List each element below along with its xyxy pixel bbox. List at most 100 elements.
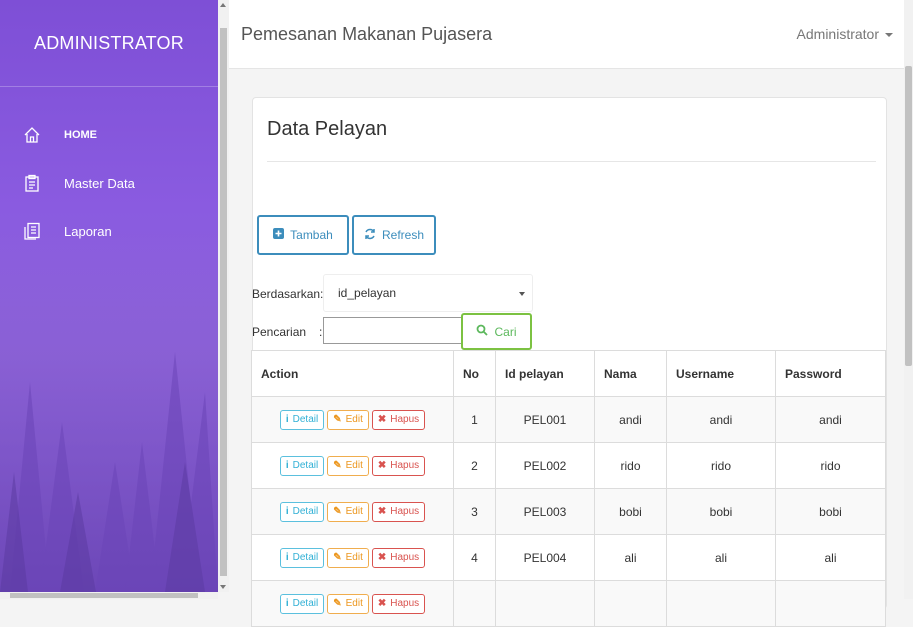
add-button[interactable]: Tambah <box>257 215 349 255</box>
data-table: Action No Id pelayan Nama Username Passw… <box>251 350 886 627</box>
scrollbar-thumb[interactable] <box>905 66 912 366</box>
search-icon <box>476 324 489 339</box>
edit-icon: ✎ <box>333 598 342 609</box>
edit-icon: ✎ <box>333 506 342 517</box>
scrollbar-thumb[interactable] <box>220 28 227 576</box>
refresh-button[interactable]: Refresh <box>352 215 436 255</box>
sidebar: ADMINISTRATOR HOME Master Data Laporan <box>0 0 218 592</box>
detail-button[interactable]: i Detail <box>279 455 325 476</box>
scrollbar-thumb[interactable] <box>10 593 198 598</box>
search-input[interactable] <box>323 317 462 344</box>
close-icon: ✖ <box>377 552 387 563</box>
top-navbar: Pemesanan Makanan Pujasera Administrator <box>229 0 913 69</box>
edit-button-label: Edit <box>345 598 363 609</box>
filter-select-value: id_pelayan <box>338 286 397 300</box>
cell-no: 2 <box>453 442 496 489</box>
sidebar-item-master-data[interactable]: Master Data <box>0 172 218 194</box>
table-row: i Detail ✎ Edit ✖ Hapus <box>251 580 886 627</box>
edit-button[interactable]: ✎ Edit <box>327 593 369 614</box>
table-row: i Detail ✎ Edit ✖ Hapus 1 PEL001 andi andi andi <box>251 396 886 443</box>
sidebar-horizontal-scrollbar[interactable] <box>0 592 218 599</box>
search-button-label: Cari <box>494 324 517 339</box>
user-menu-dropdown[interactable]: Administrator <box>797 26 893 42</box>
delete-button[interactable]: ✖ Hapus <box>371 409 426 430</box>
action-cell: i Detail ✎ Edit ✖ Hapus <box>251 488 454 535</box>
column-header: No <box>453 350 496 397</box>
sidebar-item-laporan[interactable]: Laporan <box>0 220 218 242</box>
sidebar-menu: HOME Master Data Laporan <box>0 124 218 268</box>
cell-no: 3 <box>453 488 496 535</box>
cell-nama: ali <box>594 534 667 581</box>
column-header: Action <box>251 350 454 397</box>
sidebar-brand[interactable]: ADMINISTRATOR <box>0 0 218 87</box>
edit-button[interactable]: ✎ Edit <box>327 455 369 476</box>
edit-button-label: Edit <box>345 506 363 517</box>
delete-button[interactable]: ✖ Hapus <box>371 455 426 476</box>
close-icon: ✖ <box>377 460 387 471</box>
detail-button-label: Detail <box>292 552 319 563</box>
cell-nama: andi <box>594 396 667 443</box>
sidebar-item-home[interactable]: HOME <box>0 124 218 146</box>
filter-select[interactable]: id_pelayan <box>323 274 533 312</box>
delete-button-label: Hapus <box>390 552 420 563</box>
caret-down-icon <box>885 33 893 38</box>
sidebar-scrollbar[interactable] <box>218 0 229 592</box>
detail-button-label: Detail <box>292 460 319 471</box>
search-colon: : <box>319 325 323 339</box>
close-icon: ✖ <box>377 414 387 425</box>
info-icon: i <box>285 460 289 471</box>
close-icon: ✖ <box>377 506 387 517</box>
detail-button-label: Detail <box>292 598 319 609</box>
plus-square-icon <box>273 228 285 242</box>
table-row: i Detail ✎ Edit ✖ Hapus 3 PEL003 bobi bobi bobi <box>251 488 886 535</box>
edit-button[interactable]: ✎ Edit <box>327 501 369 522</box>
action-cell: i Detail ✎ Edit ✖ Hapus <box>251 442 454 489</box>
cell-password: ali <box>775 534 886 581</box>
edit-button[interactable]: ✎ Edit <box>327 409 369 430</box>
table-row: i Detail ✎ Edit ✖ Hapus 2 PEL002 rido rido rido <box>251 442 886 489</box>
detail-button-label: Detail <box>292 414 319 425</box>
cell-no: 4 <box>453 534 496 581</box>
cell-username: andi <box>666 396 776 443</box>
cell-id: PEL002 <box>495 442 595 489</box>
detail-button[interactable]: i Detail <box>279 409 325 430</box>
delete-button-label: Hapus <box>390 598 420 609</box>
forest-background-image <box>0 232 218 592</box>
cell-password <box>775 580 886 627</box>
delete-button[interactable]: ✖ Hapus <box>371 593 426 614</box>
info-icon: i <box>285 552 289 563</box>
sidebar-item-label: Laporan <box>64 223 112 239</box>
cell-no <box>453 580 496 627</box>
edit-button[interactable]: ✎ Edit <box>327 547 369 568</box>
delete-button[interactable]: ✖ Hapus <box>371 547 426 568</box>
cell-username <box>666 580 776 627</box>
edit-button-label: Edit <box>345 552 363 563</box>
cell-password: rido <box>775 442 886 489</box>
search-label: Pencarian <box>252 325 307 339</box>
page-scrollbar[interactable] <box>904 0 913 599</box>
detail-button[interactable]: i Detail <box>279 547 325 568</box>
table-row: i Detail ✎ Edit ✖ Hapus 4 PEL004 ali ali ali <box>251 534 886 581</box>
column-header: Nama <box>594 350 667 397</box>
action-cell: i Detail ✎ Edit ✖ Hapus <box>251 396 454 443</box>
report-icon <box>22 221 42 241</box>
delete-button[interactable]: ✖ Hapus <box>371 501 426 522</box>
chevron-down-icon <box>519 292 525 296</box>
scroll-down-arrow-icon[interactable] <box>220 585 226 589</box>
action-cell: i Detail ✎ Edit ✖ Hapus <box>251 580 454 627</box>
scroll-up-arrow-icon[interactable] <box>220 3 226 7</box>
cell-nama <box>594 580 667 627</box>
edit-button-label: Edit <box>345 414 363 425</box>
delete-button-label: Hapus <box>390 506 420 517</box>
detail-button[interactable]: i Detail <box>279 593 325 614</box>
cell-id: PEL001 <box>495 396 595 443</box>
column-header: Username <box>666 350 776 397</box>
info-icon: i <box>285 414 289 425</box>
cell-id <box>495 580 595 627</box>
detail-button[interactable]: i Detail <box>279 501 325 522</box>
cell-nama: bobi <box>594 488 667 535</box>
info-icon: i <box>285 598 289 609</box>
search-button[interactable]: Cari <box>461 313 532 350</box>
column-header: Id pelayan <box>495 350 595 397</box>
edit-button-label: Edit <box>345 460 363 471</box>
